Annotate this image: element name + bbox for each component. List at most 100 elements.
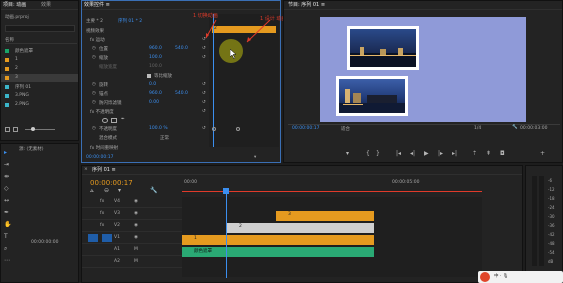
zoom-slider-handle[interactable] [31, 127, 35, 131]
snap-icon[interactable]: ⩟ [90, 188, 94, 194]
opacity-value[interactable]: 100.0 % [149, 126, 168, 131]
eye-icon[interactable]: ◉ [134, 223, 138, 228]
tab-effect-controls[interactable]: 效果控件 ≡ [84, 2, 110, 9]
project-search-input[interactable] [5, 25, 75, 32]
selection-tool-icon[interactable]: ▸ [4, 150, 7, 156]
clip-sequence-label[interactable]: 序列 01 * 2 [118, 18, 142, 24]
eye-icon[interactable]: ◉ [134, 235, 138, 240]
list-item[interactable]: 2.PNG [1, 101, 78, 109]
filter-icon[interactable]: ▾ [254, 155, 256, 160]
quality-select[interactable]: 1/4 [474, 126, 481, 131]
list-view-icon[interactable] [5, 127, 10, 132]
extract-icon[interactable]: ⇞ [486, 151, 491, 157]
position-y-value[interactable]: 540.0 [175, 46, 188, 51]
track-lanes[interactable]: 3 2 1 颜色遮罩 [182, 197, 482, 277]
opacity-effect-header[interactable]: fx 不透明度 [90, 109, 114, 115]
effect-controls-timecode[interactable]: 00:00:00:17 [86, 155, 113, 160]
flicker-value[interactable]: 0.00 [149, 100, 159, 105]
reset-icon[interactable]: ↺ [202, 100, 206, 105]
ime-status[interactable]: 中 · 🎙 [494, 273, 509, 279]
list-item[interactable]: 3 [1, 74, 78, 82]
anchor-y-value[interactable]: 540.0 [175, 91, 188, 96]
button-editor-icon[interactable]: + [540, 151, 545, 157]
eye-icon[interactable]: ◉ [134, 199, 138, 204]
track-header-v1[interactable]: V1 ◉ [82, 233, 182, 244]
track-header-v2[interactable]: fx V2 ◉ [82, 221, 182, 232]
motion-effect-header[interactable]: fx 运动 [90, 37, 105, 43]
source-patch-v1[interactable] [88, 234, 98, 242]
mute-icon[interactable]: M [134, 247, 138, 252]
timeline-settings-icon[interactable]: 🔧 [150, 188, 157, 194]
stopwatch-icon[interactable]: ◷ [92, 46, 96, 51]
stopwatch-icon[interactable]: ◷ [92, 55, 96, 60]
ripple-edit-tool-icon[interactable]: ⇹ [4, 174, 9, 180]
timeline-timecode[interactable]: 00:00:00:17 [90, 179, 133, 187]
scale-width-value[interactable]: 100.0 [149, 64, 162, 69]
tab-project[interactable]: 项目: 动画 [3, 2, 26, 9]
pen-tool-icon[interactable]: ✒ [4, 210, 9, 216]
target-v1[interactable] [102, 234, 112, 242]
list-item[interactable]: 颜色遮罩 [1, 47, 78, 55]
track-header-v3[interactable]: fx V3 ◉ [82, 209, 182, 220]
clip-2[interactable]: 2 [227, 223, 374, 233]
clip-3[interactable]: 3 [276, 211, 374, 221]
uniform-scale-checkbox[interactable] [147, 74, 151, 78]
step-forward-icon[interactable]: |▸ [438, 151, 443, 157]
step-back-icon[interactable]: ◂| [410, 151, 415, 157]
tab-sequence[interactable]: 序列 01 ≡ [92, 167, 116, 174]
close-icon[interactable]: × [84, 167, 88, 172]
program-scrubber[interactable] [288, 124, 560, 125]
track-header-a2[interactable]: A2 M [82, 257, 182, 268]
go-to-out-icon[interactable]: ▸| [452, 151, 457, 157]
play-icon[interactable]: ▶ [424, 151, 429, 157]
rotation-value[interactable]: 0.0 [149, 82, 156, 87]
slip-tool-icon[interactable]: ↔ [4, 198, 9, 204]
list-item[interactable]: 3.PNG [1, 92, 78, 100]
track-select-forward-icon[interactable]: ⋯ [4, 258, 10, 264]
track-header-v4[interactable]: fx V4 ◉ [82, 197, 182, 208]
program-timecode[interactable]: 00:00:00:17 [292, 126, 319, 131]
time-remap-header[interactable]: fx 时间重映射 [90, 145, 118, 151]
track-select-tool-icon[interactable]: ⇥ [4, 162, 9, 168]
stopwatch-icon[interactable]: ◷ [92, 91, 96, 96]
zoom-tool-icon[interactable]: ⌕ [4, 246, 7, 252]
toggle-sync-lock-icon[interactable]: fx [100, 223, 104, 228]
list-item[interactable]: 1 [1, 56, 78, 64]
zoom-slider[interactable] [25, 129, 55, 130]
playhead-handle[interactable] [223, 188, 229, 194]
tab-program[interactable]: 节目: 序列 01 ≡ [288, 2, 325, 9]
list-item[interactable]: 2 [1, 65, 78, 73]
settings-icon[interactable]: 🔧 [512, 125, 518, 130]
eye-icon[interactable]: ◉ [134, 211, 138, 216]
keyframe-marker[interactable] [212, 127, 216, 131]
program-canvas[interactable] [320, 17, 526, 122]
toggle-sync-lock-icon[interactable]: fx [100, 211, 104, 216]
toggle-sync-lock-icon[interactable]: fx [100, 199, 104, 204]
mark-in-icon[interactable]: { [366, 151, 370, 157]
reset-icon[interactable]: ↺ [202, 109, 206, 114]
add-marker-icon[interactable]: ▾ [118, 188, 121, 194]
blend-mode-select[interactable]: 正常 [160, 135, 169, 141]
mute-icon[interactable]: M [134, 259, 138, 264]
stopwatch-icon[interactable]: ◷ [92, 82, 96, 87]
stopwatch-icon[interactable]: ◷ [92, 100, 96, 105]
type-tool-icon[interactable]: T [4, 234, 8, 240]
clip-1[interactable]: 1 [182, 235, 374, 245]
reset-icon[interactable]: ↺ [202, 91, 206, 96]
ellipse-mask-icon[interactable] [102, 118, 108, 123]
pen-mask-icon[interactable]: ✒ [121, 117, 125, 122]
add-marker-icon[interactable]: ▾ [346, 151, 349, 157]
tab-effects[interactable]: 效果 [41, 2, 51, 9]
export-frame-icon[interactable]: ◘ [500, 151, 505, 157]
keyframe-marker[interactable] [236, 127, 240, 131]
hand-tool-icon[interactable]: ✋ [4, 222, 11, 228]
fit-select[interactable]: 适合 [341, 126, 350, 132]
position-x-value[interactable]: 960.0 [149, 46, 162, 51]
lift-icon[interactable]: ⇡ [472, 151, 477, 157]
linked-selection-icon[interactable]: ⊖ [104, 188, 109, 194]
razor-tool-icon[interactable]: ◇ [4, 186, 9, 192]
reset-icon[interactable]: ↺ [202, 82, 206, 87]
rectangle-mask-icon[interactable] [111, 118, 117, 123]
go-to-in-icon[interactable]: |◂ [396, 151, 401, 157]
reset-icon[interactable]: ↺ [202, 126, 206, 131]
